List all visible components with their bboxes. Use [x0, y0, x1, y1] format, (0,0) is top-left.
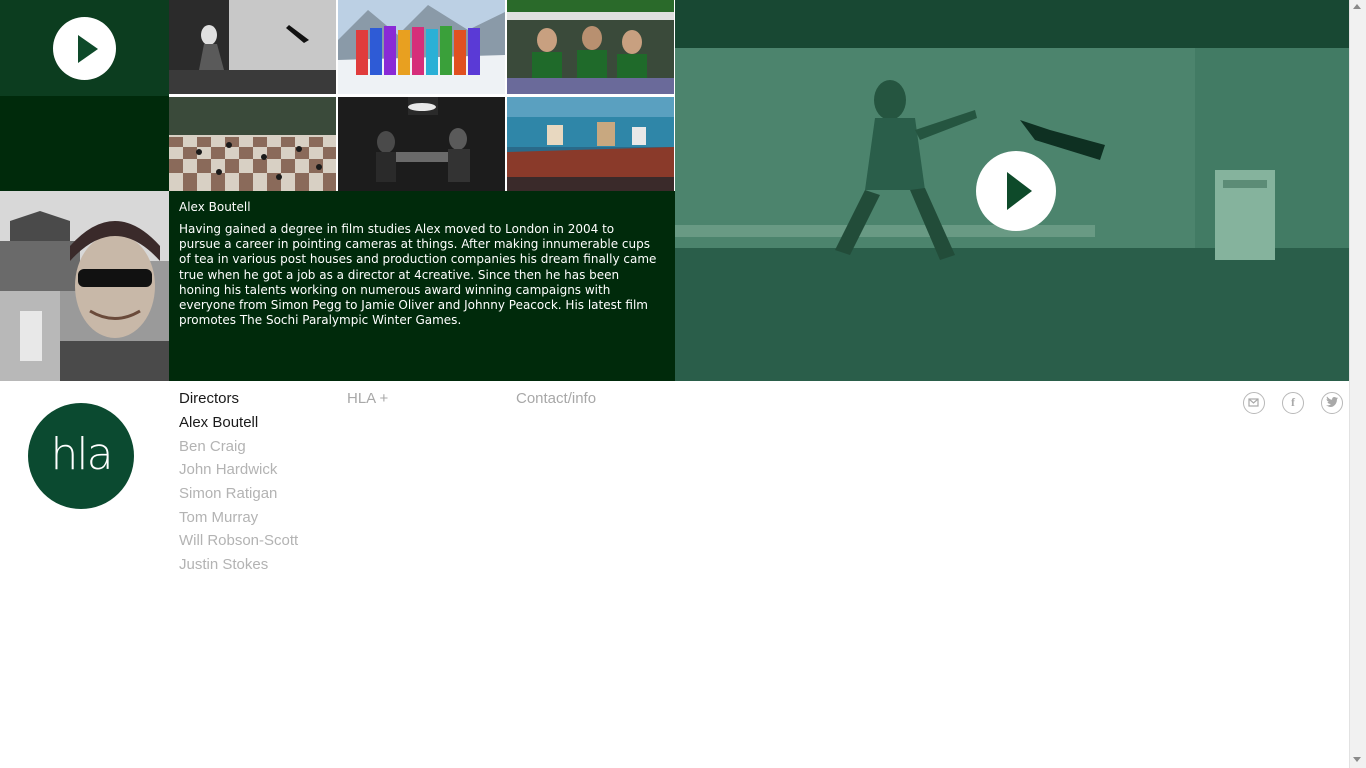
- scrollbar[interactable]: [1349, 0, 1366, 768]
- play-icon: [78, 35, 98, 63]
- play-tile: [0, 0, 169, 96]
- video-player[interactable]: [675, 0, 1349, 381]
- thumb-studio-throw[interactable]: [169, 0, 336, 94]
- scroll-down-arrow-icon[interactable]: [1353, 757, 1361, 762]
- logo-text: hla: [50, 429, 113, 480]
- director-list: Alex Boutell Ben Craig John Hardwick Sim…: [179, 414, 298, 580]
- director-item-justin-stokes[interactable]: Justin Stokes: [179, 556, 298, 580]
- director-item-will-robson-scott[interactable]: Will Robson-Scott: [179, 532, 298, 556]
- video-play-button[interactable]: [976, 151, 1056, 231]
- nav-contact-info[interactable]: Contact/info: [516, 390, 596, 407]
- director-item-john-hardwick[interactable]: John Hardwick: [179, 461, 298, 485]
- thumb-colorful-boat[interactable]: [507, 97, 674, 191]
- thumb-checkered-dancers[interactable]: [169, 97, 336, 191]
- thumb-dark-dinner[interactable]: [338, 97, 505, 191]
- play-button[interactable]: [53, 17, 116, 80]
- play-icon: [1007, 172, 1032, 210]
- director-item-ben-craig[interactable]: Ben Craig: [179, 438, 298, 462]
- bio-text: Having gained a degree in film studies A…: [179, 222, 657, 328]
- scroll-up-arrow-icon[interactable]: [1353, 4, 1361, 9]
- twitter-icon[interactable]: [1321, 392, 1343, 414]
- thumb-ski-team[interactable]: [338, 0, 505, 94]
- nav-directors[interactable]: Directors: [179, 390, 239, 407]
- bio-panel: Alex Boutell Having gained a degree in f…: [169, 191, 675, 381]
- director-item-simon-ratigan[interactable]: Simon Ratigan: [179, 485, 298, 509]
- director-item-tom-murray[interactable]: Tom Murray: [179, 509, 298, 533]
- director-item-alex-boutell[interactable]: Alex Boutell: [179, 414, 298, 438]
- facebook-icon[interactable]: f: [1282, 392, 1304, 414]
- email-icon[interactable]: [1243, 392, 1265, 414]
- thumb-bus-passengers[interactable]: [507, 0, 674, 94]
- play-tile-lower: [0, 96, 169, 191]
- hla-logo[interactable]: hla: [28, 403, 134, 509]
- bio-name: Alex Boutell: [179, 200, 251, 214]
- director-portrait: [0, 191, 169, 381]
- nav-hla-plus[interactable]: HLA +: [347, 390, 388, 407]
